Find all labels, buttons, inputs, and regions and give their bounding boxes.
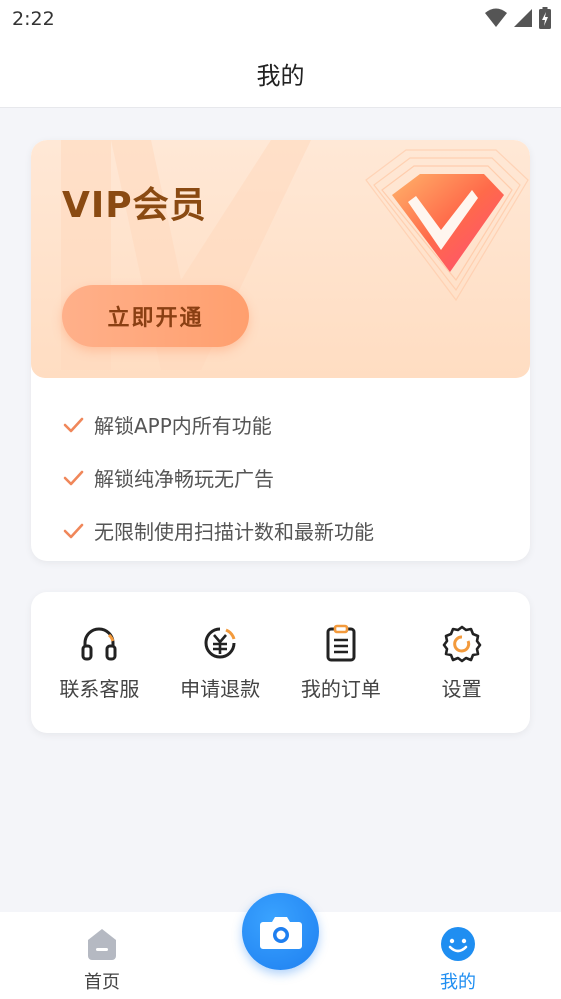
camera-scan-button[interactable] (242, 893, 319, 970)
home-icon (88, 929, 116, 960)
menu-item-refund[interactable]: 申请退款 (165, 623, 275, 702)
status-time: 2:22 (12, 8, 55, 30)
tab-home[interactable]: 首页 (62, 926, 142, 994)
check-icon (63, 523, 84, 538)
vip-title: VIP会员 (62, 185, 207, 226)
tab-mine-label: 我的 (440, 972, 476, 993)
wifi-icon (485, 8, 507, 27)
clipboard-icon (326, 624, 356, 662)
menu-label: 联系客服 (59, 677, 140, 701)
function-menu-card: 联系客服 申请退款 我的订单 设置 (31, 592, 530, 733)
menu-item-my-orders[interactable]: 我的订单 (286, 623, 396, 702)
menu-label: 申请退款 (180, 677, 261, 701)
menu-item-settings[interactable]: 设置 (407, 623, 517, 702)
activate-vip-button[interactable]: 立即开通 (62, 285, 249, 347)
headset-icon (81, 627, 117, 661)
benefit-item: 解锁APP内所有功能 (62, 398, 502, 451)
tab-mine[interactable]: 我的 (418, 926, 498, 994)
gear-icon (442, 625, 481, 663)
cellular-signal-icon (514, 9, 532, 27)
page-title: 我的 (256, 62, 305, 90)
vip-banner: VIP会员 立即开通 (31, 140, 530, 378)
check-icon (63, 470, 84, 485)
battery-icon (539, 7, 551, 29)
benefit-text: 无限制使用扫描计数和最新功能 (94, 520, 374, 544)
tab-home-label: 首页 (84, 972, 120, 993)
page-header: 我的 (0, 40, 561, 108)
yuan-refund-icon (204, 627, 236, 659)
menu-label: 我的订单 (300, 677, 381, 701)
benefit-item: 无限制使用扫描计数和最新功能 (62, 504, 502, 557)
menu-label: 设置 (441, 677, 482, 701)
vip-card: VIP会员 立即开通 解锁APP内所有功能 解锁纯净畅玩无广告 无限制使用扫描计… (31, 140, 530, 561)
vip-benefit-list: 解锁APP内所有功能 解锁纯净畅玩无广告 无限制使用扫描计数和最新功能 (62, 398, 502, 557)
benefit-text: 解锁APP内所有功能 (94, 414, 272, 438)
status-icons (485, 7, 551, 29)
benefit-text: 解锁纯净畅玩无广告 (94, 467, 274, 491)
benefit-item: 解锁纯净畅玩无广告 (62, 451, 502, 504)
smiley-face-icon (441, 927, 475, 961)
status-bar: 2:22 (0, 0, 561, 40)
menu-item-customer-service[interactable]: 联系客服 (44, 623, 154, 702)
vip-diamond-badge-icon (365, 149, 529, 302)
check-icon (63, 417, 84, 432)
camera-icon (259, 916, 302, 949)
